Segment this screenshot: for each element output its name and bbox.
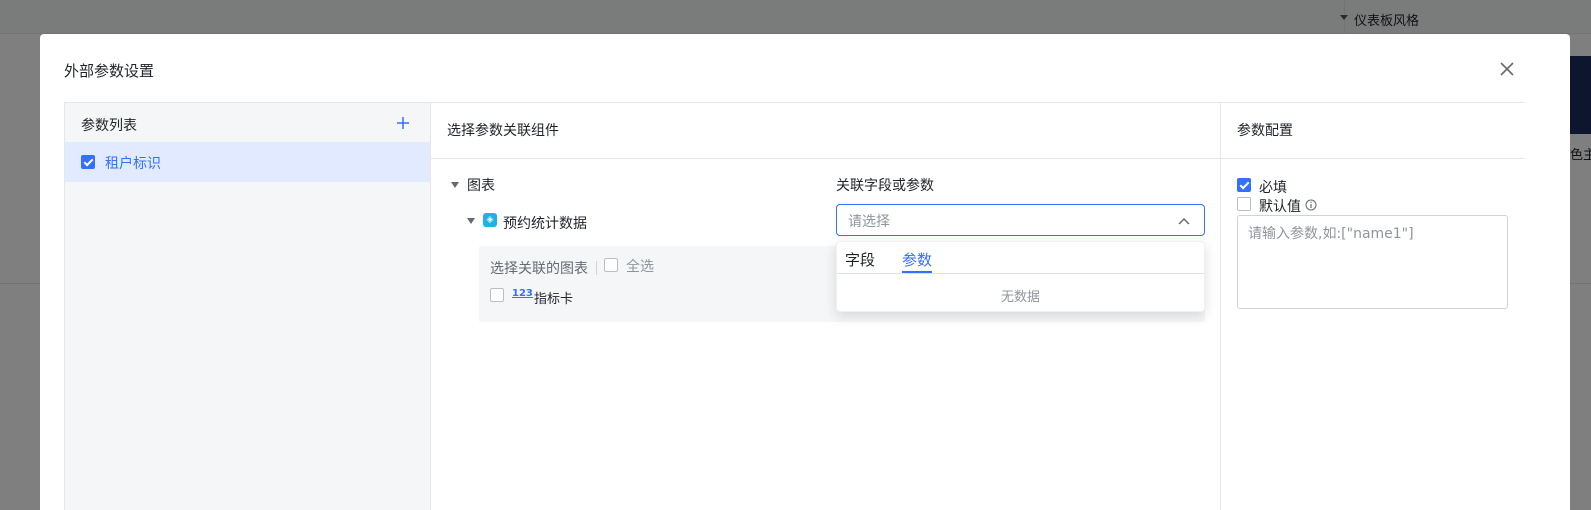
tree-collapse-icon[interactable] (467, 218, 475, 224)
dropdown-tab-param[interactable]: 参数 (902, 249, 932, 270)
indicator-card-icon: 123 (512, 288, 533, 299)
dialog-title: 外部参数设置 (64, 62, 155, 80)
tree-collapse-icon[interactable] (451, 182, 459, 188)
component-panel-title: 选择参数关联组件 (447, 123, 559, 139)
select-all-checkbox[interactable] (604, 258, 618, 272)
field-or-param-label: 关联字段或参数 (836, 178, 934, 194)
param-list-panel: 参数列表 租户标识 (65, 103, 431, 510)
field-param-select[interactable]: 请选择 (836, 204, 1205, 236)
param-item-checkbox[interactable] (81, 155, 95, 169)
param-item-label: 租户标识 (105, 156, 161, 172)
select-all-label: 全选 (626, 259, 654, 275)
plus-icon (397, 117, 409, 129)
empty-state-text: 无数据 (1000, 290, 1040, 305)
default-value-input[interactable] (1237, 215, 1508, 309)
close-icon (1500, 62, 1514, 76)
chart-item-label: 指标卡 (534, 292, 574, 307)
info-icon[interactable] (1305, 199, 1317, 211)
param-list-header: 参数列表 (81, 118, 137, 134)
close-button[interactable] (1496, 58, 1518, 80)
chevron-up-icon (1178, 217, 1190, 225)
component-select-panel: 选择参数关联组件 图表 ◈ 预约统计数据 选择关联的图表 全选 123 指标卡 … (431, 103, 1221, 510)
divider (837, 273, 1204, 274)
required-label: 必填 (1259, 180, 1287, 196)
dialog-body: 参数列表 租户标识 选择参数关联组件 图表 ◈ 预约统计数据 选择关联的图表 全… (64, 102, 1525, 510)
param-config-panel: 参数配置 必填 默认值 (1221, 103, 1525, 510)
config-panel-header: 参数配置 (1221, 103, 1525, 159)
select-placeholder: 请选择 (848, 214, 890, 230)
param-list-item[interactable]: 租户标识 (65, 142, 430, 182)
default-value-checkbox[interactable] (1237, 197, 1251, 211)
external-params-dialog: 外部参数设置 参数列表 租户标识 选择参数关联组件 图表 ◈ 预约统计数据 选择… (40, 34, 1570, 510)
chart-item-checkbox[interactable] (490, 288, 504, 302)
dropdown-tab-field[interactable]: 字段 (845, 249, 875, 270)
tree-dataset-item: 预约统计数据 (503, 216, 587, 232)
required-checkbox[interactable] (1237, 178, 1251, 192)
dataset-icon: ◈ (483, 213, 497, 227)
component-panel-header: 选择参数关联组件 (431, 103, 1220, 159)
config-panel-title: 参数配置 (1237, 123, 1293, 139)
default-value-label: 默认值 (1259, 199, 1301, 215)
select-dropdown: 字段 参数 无数据 (836, 241, 1205, 312)
divider (596, 261, 597, 275)
tree-root-chart: 图表 (467, 178, 495, 194)
add-param-button[interactable] (395, 115, 411, 131)
chart-select-title: 选择关联的图表 (490, 261, 588, 277)
